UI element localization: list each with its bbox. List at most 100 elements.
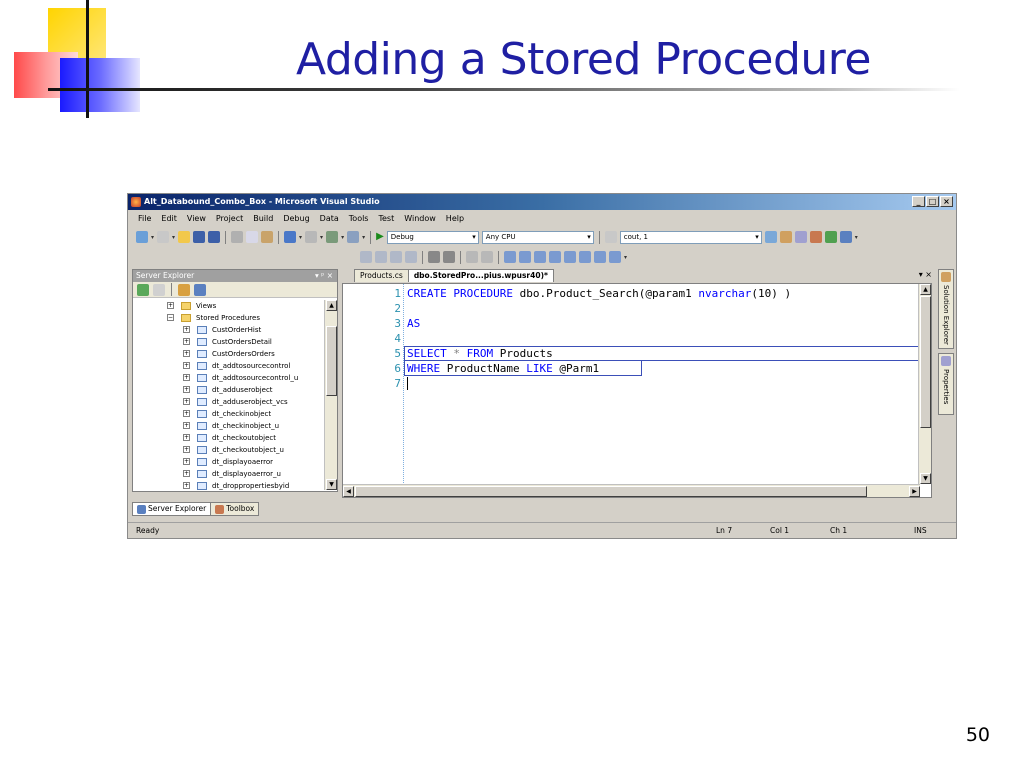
add-item-dropdown-icon[interactable]: ▾: [172, 234, 175, 241]
add-item-icon[interactable]: [157, 231, 170, 243]
solution-explorer-dock-tab[interactable]: Solution Explorer: [938, 269, 954, 349]
properties-window-icon[interactable]: [794, 231, 807, 243]
undo-icon[interactable]: [284, 231, 297, 243]
toolbox-tab[interactable]: Toolbox: [210, 502, 260, 516]
scroll-thumb[interactable]: [355, 486, 867, 497]
menu-tools[interactable]: Tools: [349, 214, 369, 223]
comment-lines-icon[interactable]: [466, 251, 478, 263]
code-editor[interactable]: 1 2 3 4 5 6 7 CREATE PROCEDURE dbo.Produ…: [342, 283, 932, 498]
minimize-button[interactable]: _: [912, 196, 925, 207]
navigate-forward-icon[interactable]: [347, 231, 360, 243]
find-icon[interactable]: [764, 231, 777, 243]
tab-products-cs[interactable]: Products.cs: [354, 269, 409, 282]
tree-item[interactable]: + dt_adduserobject: [133, 384, 323, 396]
save-icon[interactable]: [193, 231, 206, 243]
document-tab-controls[interactable]: ▾ ×: [919, 269, 932, 281]
new-project-dropdown-icon[interactable]: ▾: [151, 234, 154, 241]
editor-horizontal-scrollbar[interactable]: ◀ ▶: [343, 484, 920, 497]
previous-bookmark-in-folder-icon[interactable]: [549, 251, 561, 263]
expand-icon[interactable]: +: [183, 446, 190, 453]
next-bookmark-in-folder-icon[interactable]: [564, 251, 576, 263]
expand-icon[interactable]: +: [183, 482, 190, 489]
scroll-up-arrow-icon[interactable]: ▲: [326, 300, 337, 311]
expand-icon[interactable]: +: [183, 338, 190, 345]
tree-item[interactable]: + dt_checkinobject: [133, 408, 323, 420]
tree-item[interactable]: + dt_addtosourcecontrol_u: [133, 372, 323, 384]
expand-icon[interactable]: +: [183, 470, 190, 477]
tab-stored-procedure[interactable]: dbo.StoredPro...pius.wpusr40)*: [407, 269, 554, 282]
solution-explorer-icon[interactable]: [779, 231, 792, 243]
menu-help[interactable]: Help: [446, 214, 464, 223]
navigate-dropdown-icon[interactable]: ▾: [341, 234, 344, 241]
tree-item[interactable]: + dt_droppropertiesbyid: [133, 480, 323, 490]
server-explorer-header[interactable]: Server Explorer ▾ ᵖ ×: [133, 270, 337, 282]
connect-to-database-icon[interactable]: [178, 283, 190, 296]
stop-refresh-icon[interactable]: [153, 283, 165, 296]
clear-bookmarks-icon[interactable]: [609, 251, 621, 263]
menu-edit[interactable]: Edit: [161, 214, 177, 223]
expand-icon[interactable]: +: [167, 302, 174, 309]
solution-platform-select[interactable]: Any CPU: [481, 230, 594, 244]
menu-data[interactable]: Data: [320, 214, 339, 223]
tree-item[interactable]: + Views: [133, 300, 323, 312]
toggle-bookmark-icon[interactable]: [504, 251, 516, 263]
redo-dropdown-icon[interactable]: ▾: [320, 234, 323, 241]
tree-item[interactable]: + dt_checkinobject_u: [133, 420, 323, 432]
server-explorer-scrollbar[interactable]: ▲ ▼: [324, 300, 337, 490]
decrease-indent-icon[interactable]: [428, 251, 440, 263]
tree-item[interactable]: + dt_checkoutobject: [133, 432, 323, 444]
connect-to-server-icon[interactable]: [194, 283, 206, 296]
scroll-left-arrow-icon[interactable]: ◀: [343, 486, 354, 497]
navigate-forward-dropdown-icon[interactable]: ▾: [362, 234, 365, 241]
object-browser-icon[interactable]: [824, 231, 837, 243]
paste-icon[interactable]: [261, 231, 274, 243]
expand-icon[interactable]: +: [183, 386, 190, 393]
increase-indent-icon[interactable]: [443, 251, 455, 263]
copy-icon[interactable]: [246, 231, 259, 243]
scroll-down-arrow-icon[interactable]: ▼: [920, 473, 931, 484]
menu-test[interactable]: Test: [378, 214, 394, 223]
expand-icon[interactable]: +: [183, 326, 190, 333]
scroll-thumb[interactable]: [920, 296, 931, 428]
expand-icon[interactable]: +: [183, 434, 190, 441]
tree-item[interactable]: + CustOrdersDetail: [133, 336, 323, 348]
expand-icon[interactable]: +: [183, 350, 190, 357]
refresh-icon[interactable]: [137, 283, 149, 296]
collapse-icon[interactable]: −: [167, 314, 174, 321]
tree-item[interactable]: + dt_displayoaerror_u: [133, 468, 323, 480]
menu-file[interactable]: File: [138, 214, 151, 223]
expand-icon[interactable]: +: [183, 362, 190, 369]
tree-item[interactable]: + dt_adduserobject_vcs: [133, 396, 323, 408]
find-in-files-icon[interactable]: [604, 231, 617, 243]
scroll-down-arrow-icon[interactable]: ▼: [326, 479, 337, 490]
menu-window[interactable]: Window: [404, 214, 436, 223]
scroll-up-arrow-icon[interactable]: ▲: [920, 284, 931, 295]
next-bookmark-in-document-icon[interactable]: [594, 251, 606, 263]
previous-bookmark-icon[interactable]: [519, 251, 531, 263]
text-toolbar-options-icon[interactable]: ▾: [624, 254, 627, 261]
server-explorer-controls[interactable]: ▾ ᵖ ×: [315, 270, 333, 282]
tree-item[interactable]: + dt_checkoutobject_u: [133, 444, 323, 456]
menu-debug[interactable]: Debug: [283, 214, 309, 223]
expand-icon[interactable]: +: [183, 422, 190, 429]
server-explorer-tab[interactable]: Server Explorer: [132, 502, 212, 516]
parameter-info-icon[interactable]: [375, 251, 387, 263]
properties-dock-tab[interactable]: Properties: [938, 353, 954, 415]
editor-vertical-scrollbar[interactable]: ▲ ▼: [918, 284, 931, 484]
start-debugging-icon[interactable]: ▶: [376, 231, 384, 243]
open-folder-icon[interactable]: [178, 231, 191, 243]
find-combo[interactable]: cout, 1: [619, 230, 762, 244]
scroll-right-arrow-icon[interactable]: ▶: [909, 486, 920, 497]
expand-icon[interactable]: +: [183, 458, 190, 465]
tree-item[interactable]: + dt_displayoaerror: [133, 456, 323, 468]
cut-icon[interactable]: [231, 231, 244, 243]
menu-project[interactable]: Project: [216, 214, 243, 223]
save-all-icon[interactable]: [208, 231, 221, 243]
expand-icon[interactable]: +: [183, 410, 190, 417]
display-object-member-list-icon[interactable]: [360, 251, 372, 263]
expand-icon[interactable]: +: [183, 374, 190, 381]
menu-build[interactable]: Build: [253, 214, 273, 223]
next-bookmark-icon[interactable]: [534, 251, 546, 263]
toolbox-icon[interactable]: [809, 231, 822, 243]
undo-dropdown-icon[interactable]: ▾: [299, 234, 302, 241]
